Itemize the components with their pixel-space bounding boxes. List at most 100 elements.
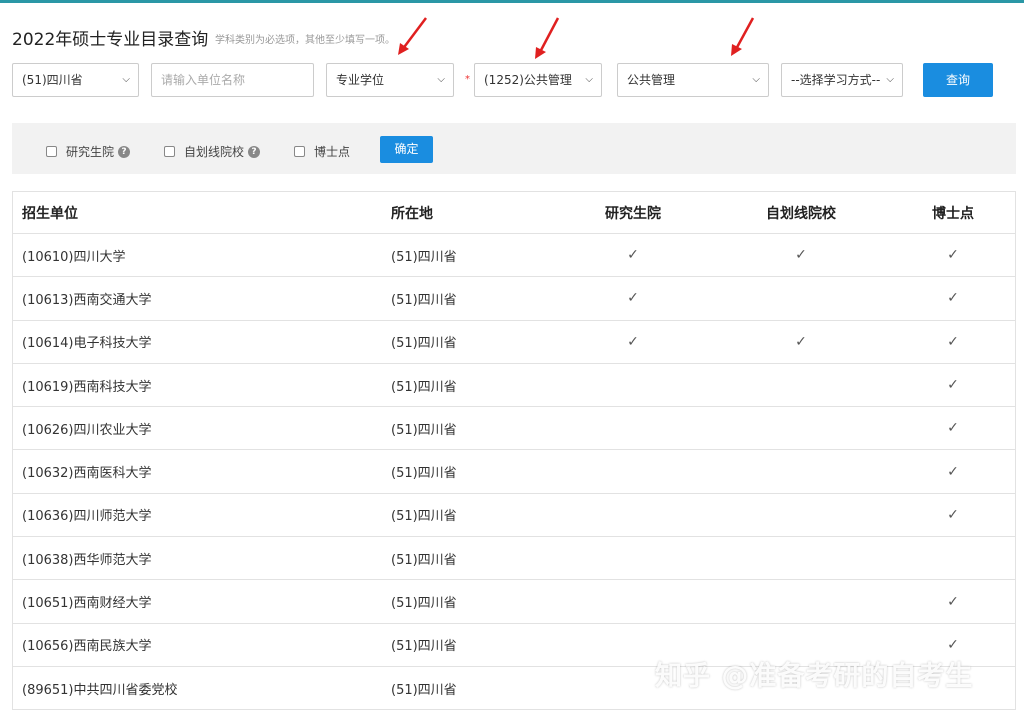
annotation-arrow-icon — [731, 17, 755, 56]
location-cell: (51)四川省 — [391, 422, 457, 438]
query-button[interactable]: 查询 — [923, 63, 993, 97]
checkbox-box[interactable] — [164, 146, 175, 157]
unit-name-input[interactable]: 请输入单位名称 — [151, 63, 314, 97]
table-row: (10638)西华师范大学 (51)四川省 — [13, 537, 1015, 581]
table-row: (10614)电子科技大学 (51)四川省 ✓ ✓ ✓ — [13, 321, 1015, 364]
unit-name-cell[interactable]: (10619)西南科技大学 — [22, 364, 152, 406]
graduate-school-cell — [583, 407, 683, 449]
chevron-down-icon: ⌵ — [122, 74, 130, 85]
unit-name-cell[interactable]: (10613)西南交通大学 — [22, 277, 152, 319]
header-location: 所在地 — [391, 205, 433, 222]
header-self-line: 自划线院校 — [766, 205, 836, 222]
question-circle-icon[interactable]: ? — [118, 145, 131, 158]
table-row: (10636)四川师范大学 (51)四川省 ✓ — [13, 494, 1015, 538]
graduate-school-cell: ✓ — [627, 290, 639, 307]
major-select[interactable]: 公共管理 ⌵ — [617, 63, 769, 97]
graduate-school-cell — [583, 494, 683, 536]
province-select-value: (51)四川省 — [22, 73, 83, 87]
required-asterisk: * — [465, 74, 470, 85]
doctoral-cell: ✓ — [947, 377, 959, 394]
self-line-checkbox[interactable]: 自划线院校 ? — [164, 143, 261, 160]
chevron-down-icon: ⌵ — [437, 74, 445, 85]
discipline-select[interactable]: (1252)公共管理 ⌵ — [474, 63, 602, 97]
study-mode-select-value: --选择学习方式-- — [791, 73, 881, 87]
doctoral-cell — [903, 537, 1003, 579]
location-cell: (51)四川省 — [391, 466, 457, 482]
graduate-school-cell: ✓ — [627, 247, 639, 264]
unit-name-cell[interactable]: (10626)四川农业大学 — [22, 407, 152, 449]
self-line-cell — [751, 364, 851, 406]
results-table: 招生单位 所在地 研究生院 自划线院校 博士点 (10610)四川大学 (51)四… — [12, 191, 1016, 711]
graduate-school-cell — [583, 364, 683, 406]
filter-bar: 研究生院 ? 自划线院校 ? 博士点 — [12, 123, 1016, 174]
doctoral-cell: ✓ — [947, 420, 959, 437]
unit-name-cell[interactable]: (10636)四川师范大学 — [22, 494, 152, 536]
self-line-cell: ✓ — [795, 333, 807, 350]
doctoral-cell: ✓ — [947, 463, 959, 480]
unit-name-cell[interactable]: (10651)西南财经大学 — [22, 580, 152, 622]
unit-name-cell[interactable]: (10614)电子科技大学 — [22, 321, 152, 363]
annotation-arrow-icon — [398, 17, 427, 55]
table-row: (10651)西南财经大学 (51)四川省 ✓ — [13, 580, 1015, 624]
degree-type-select-value: 专业学位 — [336, 73, 385, 87]
province-select[interactable]: (51)四川省 ⌵ — [12, 63, 139, 97]
graduate-school-cell — [583, 450, 683, 492]
table-row: (10610)四川大学 (51)四川省 ✓ ✓ ✓ — [13, 234, 1015, 278]
doctoral-cell: ✓ — [947, 290, 959, 307]
doctoral-cell: ✓ — [947, 593, 959, 610]
location-cell: (51)四川省 — [391, 379, 457, 395]
table-row: (10619)西南科技大学 (51)四川省 ✓ — [13, 364, 1015, 408]
graduate-school-cell — [583, 537, 683, 579]
page-title: 2022年硕士专业目录查询 — [12, 30, 209, 50]
doctoral-cell: ✓ — [947, 333, 959, 350]
location-cell: (51)四川省 — [391, 249, 457, 265]
self-line-label: 自划线院校 — [184, 145, 245, 159]
location-cell: (51)四川省 — [391, 292, 457, 308]
chevron-down-icon: ⌵ — [886, 74, 894, 85]
graduate-school-label: 研究生院 — [66, 145, 115, 159]
unit-name-cell[interactable]: (10610)四川大学 — [22, 234, 126, 276]
self-line-cell: ✓ — [795, 247, 807, 264]
doctoral-label: 博士点 — [314, 145, 351, 159]
table-row: (10626)四川农业大学 (51)四川省 ✓ — [13, 407, 1015, 451]
table-row: (10613)西南交通大学 (51)四川省 ✓ ✓ — [13, 277, 1015, 321]
self-line-cell — [751, 494, 851, 536]
self-line-cell — [751, 407, 851, 449]
graduate-school-cell: ✓ — [627, 333, 639, 350]
doctoral-checkbox[interactable]: 博士点 — [294, 143, 350, 160]
graduate-school-checkbox[interactable]: 研究生院 ? — [46, 143, 131, 160]
location-cell: (51)四川省 — [391, 509, 457, 525]
watermark: 知乎 @准备考研的自考生 — [655, 661, 974, 692]
form-hint: 学科类别为必选项，其他至少填写一项。 — [215, 35, 395, 46]
header-doctoral: 博士点 — [932, 205, 974, 222]
question-circle-icon[interactable]: ? — [248, 145, 261, 158]
location-cell: (51)四川省 — [391, 552, 457, 568]
location-cell: (51)四川省 — [391, 336, 457, 352]
table-header-row: 招生单位 所在地 研究生院 自划线院校 博士点 — [13, 192, 1015, 234]
confirm-button[interactable]: 确定 — [380, 136, 433, 163]
doctoral-cell: ✓ — [947, 506, 959, 523]
header-graduate-school: 研究生院 — [605, 205, 661, 222]
unit-name-cell[interactable]: (10638)西华师范大学 — [22, 537, 152, 579]
study-mode-select[interactable]: --选择学习方式-- ⌵ — [781, 63, 903, 97]
self-line-cell — [751, 450, 851, 492]
unit-name-cell[interactable]: (10632)西南医科大学 — [22, 450, 152, 492]
location-cell: (51)四川省 — [391, 639, 457, 655]
doctoral-cell: ✓ — [947, 247, 959, 264]
top-accent-bar — [0, 0, 1024, 3]
chevron-down-icon: ⌵ — [585, 74, 593, 85]
self-line-cell — [751, 580, 851, 622]
checkbox-box[interactable] — [46, 146, 57, 157]
self-line-cell — [751, 277, 851, 319]
table-row: (10632)西南医科大学 (51)四川省 ✓ — [13, 450, 1015, 494]
unit-name-cell[interactable]: (89651)中共四川省委党校 — [22, 667, 178, 709]
graduate-school-cell — [583, 580, 683, 622]
annotation-arrow-icon — [535, 17, 560, 59]
unit-name-cell[interactable]: (10656)西南民族大学 — [22, 624, 152, 666]
checkbox-box[interactable] — [294, 146, 305, 157]
header-unit: 招生单位 — [22, 205, 78, 222]
degree-type-select[interactable]: 专业学位 ⌵ — [326, 63, 454, 97]
self-line-cell — [751, 537, 851, 579]
discipline-select-value: (1252)公共管理 — [484, 73, 572, 87]
location-cell: (51)四川省 — [391, 596, 457, 612]
